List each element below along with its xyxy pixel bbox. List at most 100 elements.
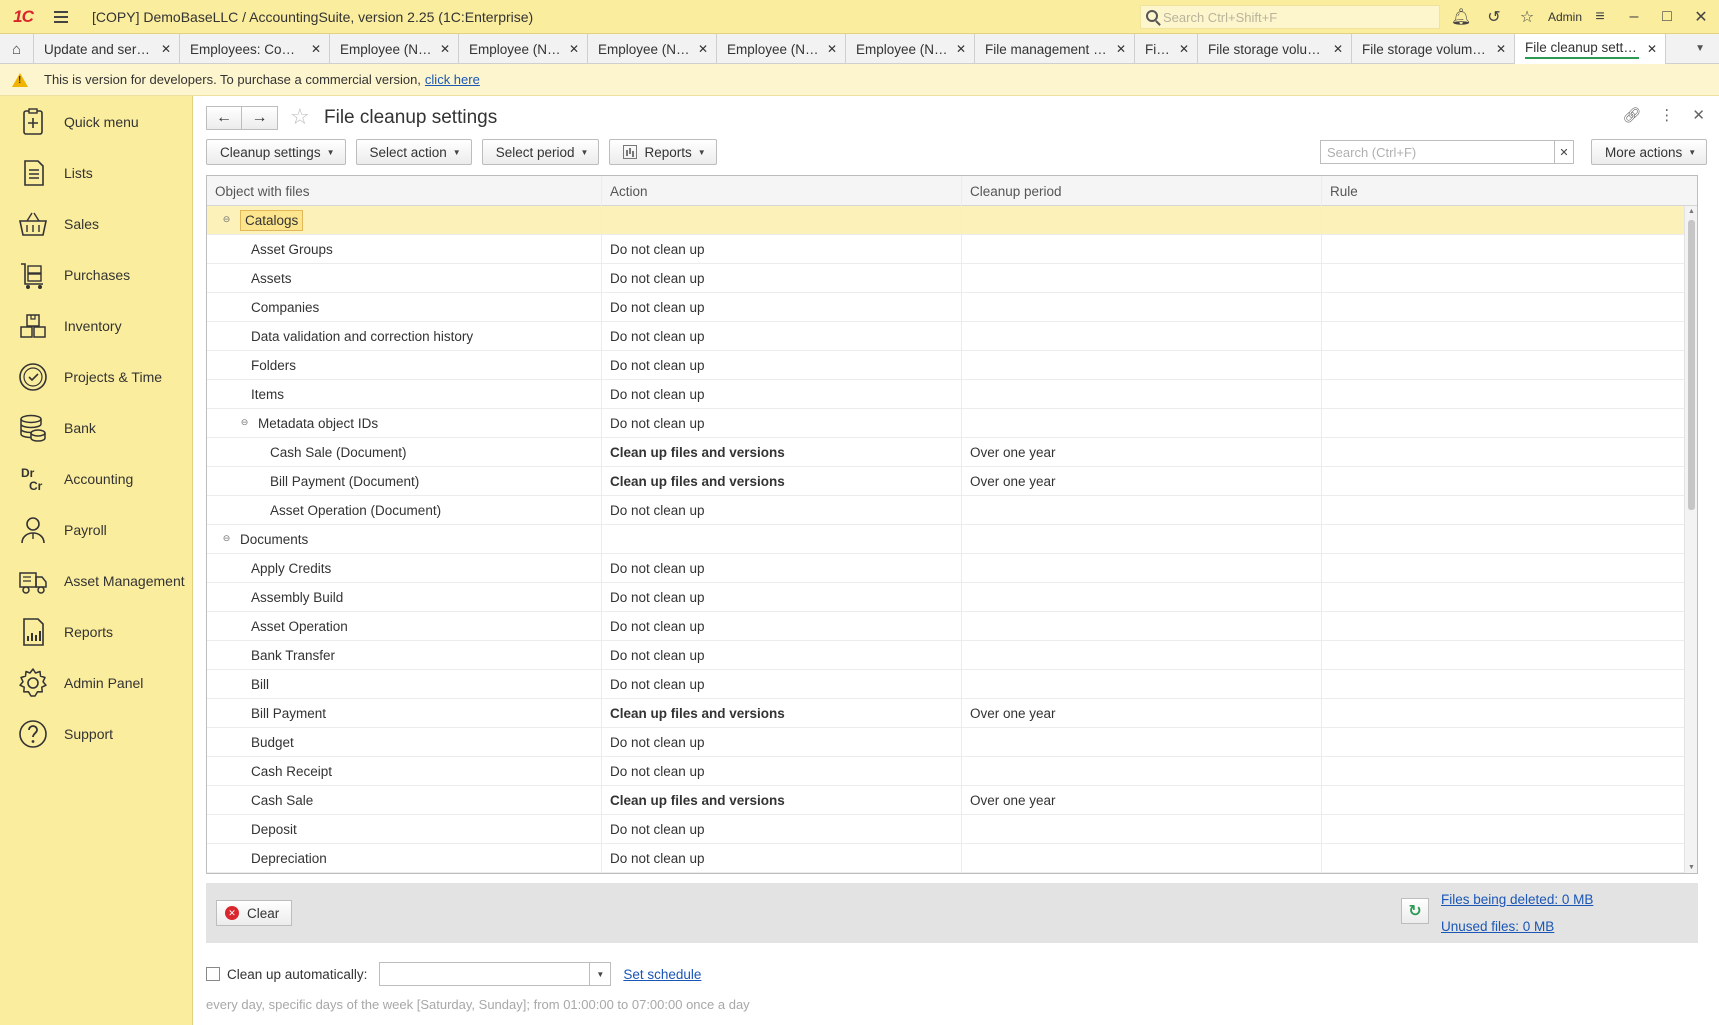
table-row[interactable]: Cash Sale (Document) Clean up files and v… <box>207 438 1697 467</box>
cell-rule[interactable] <box>1322 380 1681 408</box>
cell-action[interactable]: Do not clean up <box>602 612 962 640</box>
table-row[interactable]: Folders Do not clean up <box>207 351 1697 380</box>
cell-action[interactable]: Do not clean up <box>602 351 962 379</box>
table-row[interactable]: Depreciation Do not clean up <box>207 844 1697 873</box>
cell-cleanup-period[interactable] <box>962 206 1322 234</box>
table-row[interactable]: Asset Operation Do not clean up <box>207 612 1697 641</box>
cell-rule[interactable] <box>1322 786 1681 814</box>
column-header-action[interactable]: Action <box>602 176 962 206</box>
cell-object[interactable]: Items <box>207 380 602 408</box>
tab-file-storage-volumes[interactable]: File storage volumes ✕ <box>1198 34 1352 64</box>
collapse-toggle-icon[interactable]: ⊖ <box>221 214 232 226</box>
close-icon[interactable]: ✕ <box>311 42 321 56</box>
cell-action[interactable]: Do not clean up <box>602 409 962 437</box>
cell-cleanup-period[interactable] <box>962 264 1322 292</box>
cell-action[interactable]: Do not clean up <box>602 583 962 611</box>
cell-action[interactable] <box>602 525 962 553</box>
table-search-input[interactable]: Search (Ctrl+F) <box>1320 140 1555 164</box>
close-form-icon[interactable]: ✕ <box>1692 106 1705 124</box>
cell-cleanup-period[interactable] <box>962 612 1322 640</box>
cell-object[interactable]: Cash Receipt <box>207 757 602 785</box>
more-vertical-icon[interactable]: ⋮ <box>1659 106 1674 124</box>
sidebar-item-accounting[interactable]: Dr Cr Accounting <box>0 453 192 504</box>
cell-rule[interactable] <box>1322 235 1681 263</box>
cell-cleanup-period[interactable] <box>962 380 1322 408</box>
cell-action[interactable]: Clean up files and versions <box>602 786 962 814</box>
cell-cleanup-period[interactable] <box>962 641 1322 669</box>
tabs-overflow-chevron-icon[interactable]: ▼ <box>1666 34 1719 63</box>
sidebar-item-admin-panel[interactable]: Admin Panel <box>0 657 192 708</box>
cell-rule[interactable] <box>1322 844 1681 872</box>
table-row[interactable]: Bill Payment (Document) Clean up files an… <box>207 467 1697 496</box>
cell-action[interactable]: Clean up files and versions <box>602 438 962 466</box>
cell-object[interactable]: Bill <box>207 670 602 698</box>
table-row[interactable]: ⊖ Metadata object IDs Do not clean up <box>207 409 1697 438</box>
cell-action[interactable]: Do not clean up <box>602 728 962 756</box>
tab-employee-new[interactable]: Employee (New) ✕ <box>330 34 459 64</box>
sidebar-item-support[interactable]: Support <box>0 708 192 759</box>
cell-action[interactable]: Do not clean up <box>602 844 962 872</box>
cell-action[interactable]: Clean up files and versions <box>602 699 962 727</box>
cell-object[interactable]: Folders <box>207 351 602 379</box>
cell-rule[interactable] <box>1322 293 1681 321</box>
cell-rule[interactable] <box>1322 554 1681 582</box>
cell-object[interactable]: ⊖ Catalogs <box>207 206 602 234</box>
table-row[interactable]: Bill Payment Clean up files and versions O… <box>207 699 1697 728</box>
cell-action[interactable]: Do not clean up <box>602 757 962 785</box>
app-logo[interactable]: 1C <box>0 0 46 34</box>
cell-rule[interactable] <box>1322 699 1681 727</box>
history-icon[interactable]: ↺ <box>1479 0 1509 34</box>
close-icon[interactable]: ✕ <box>1333 42 1343 56</box>
home-icon[interactable]: ⌂ <box>0 34 34 64</box>
cell-rule[interactable] <box>1322 264 1681 292</box>
cell-rule[interactable] <box>1322 670 1681 698</box>
cell-object[interactable]: Bank Transfer <box>207 641 602 669</box>
global-search-input[interactable]: Search Ctrl+Shift+F <box>1140 5 1440 29</box>
table-row[interactable]: ⊖ Documents <box>207 525 1697 554</box>
cell-cleanup-period[interactable]: Over one year <box>962 786 1322 814</box>
clean-up-automatically-checkbox[interactable] <box>206 967 220 981</box>
favorites-star-icon[interactable]: ☆ <box>1512 0 1542 34</box>
cell-rule[interactable] <box>1322 467 1681 495</box>
table-row[interactable]: Assembly Build Do not clean up <box>207 583 1697 612</box>
table-row[interactable]: Bank Transfer Do not clean up <box>207 641 1697 670</box>
tab-file-storage-volume[interactable]: File storage volume ... ✕ <box>1352 34 1515 64</box>
cell-object[interactable]: Apply Credits <box>207 554 602 582</box>
cell-object[interactable]: Deposit <box>207 815 602 843</box>
cell-rule[interactable] <box>1322 728 1681 756</box>
cell-action[interactable]: Do not clean up <box>602 641 962 669</box>
cell-rule[interactable] <box>1322 612 1681 640</box>
sidebar-item-inventory[interactable]: Inventory <box>0 300 192 351</box>
cell-action[interactable]: Do not clean up <box>602 815 962 843</box>
column-header-object[interactable]: Object with files <box>207 176 602 206</box>
cell-rule[interactable] <box>1322 525 1681 553</box>
table-row[interactable]: ⊖ Catalogs <box>207 206 1697 235</box>
tab-files[interactable]: Files ✕ <box>1135 34 1198 64</box>
unused-files-link[interactable]: Unused files: 0 MB <box>1441 919 1554 934</box>
table-row[interactable]: Apply Credits Do not clean up <box>207 554 1697 583</box>
table-row[interactable]: Companies Do not clean up <box>207 293 1697 322</box>
cell-cleanup-period[interactable]: Over one year <box>962 467 1322 495</box>
cell-cleanup-period[interactable] <box>962 351 1322 379</box>
favorite-star-icon[interactable]: ☆ <box>290 104 310 130</box>
cell-cleanup-period[interactable] <box>962 670 1322 698</box>
tab-employee-new[interactable]: Employee (New) ✕ <box>459 34 588 64</box>
cell-cleanup-period[interactable] <box>962 293 1322 321</box>
cell-object[interactable]: Bill Payment <box>207 699 602 727</box>
sidebar-item-lists[interactable]: Lists <box>0 147 192 198</box>
reports-button[interactable]: Reports ▼ <box>609 139 717 165</box>
table-row[interactable]: Bill Do not clean up <box>207 670 1697 699</box>
cell-object[interactable]: Asset Operation <box>207 612 602 640</box>
schedule-select[interactable]: ▼ <box>379 962 612 986</box>
cell-cleanup-period[interactable]: Over one year <box>962 699 1322 727</box>
cell-object[interactable]: Budget <box>207 728 602 756</box>
sidebar-item-purchases[interactable]: Purchases <box>0 249 192 300</box>
cell-cleanup-period[interactable] <box>962 728 1322 756</box>
cell-cleanup-period[interactable] <box>962 815 1322 843</box>
sidebar-item-payroll[interactable]: Payroll <box>0 504 192 555</box>
cell-object[interactable]: Data validation and correction history <box>207 322 602 350</box>
tab-update-and-service[interactable]: Update and service ✕ <box>34 34 180 64</box>
cell-rule[interactable] <box>1322 351 1681 379</box>
cleanup-settings-button[interactable]: Cleanup settings ▼ <box>206 139 346 165</box>
cell-cleanup-period[interactable] <box>962 409 1322 437</box>
